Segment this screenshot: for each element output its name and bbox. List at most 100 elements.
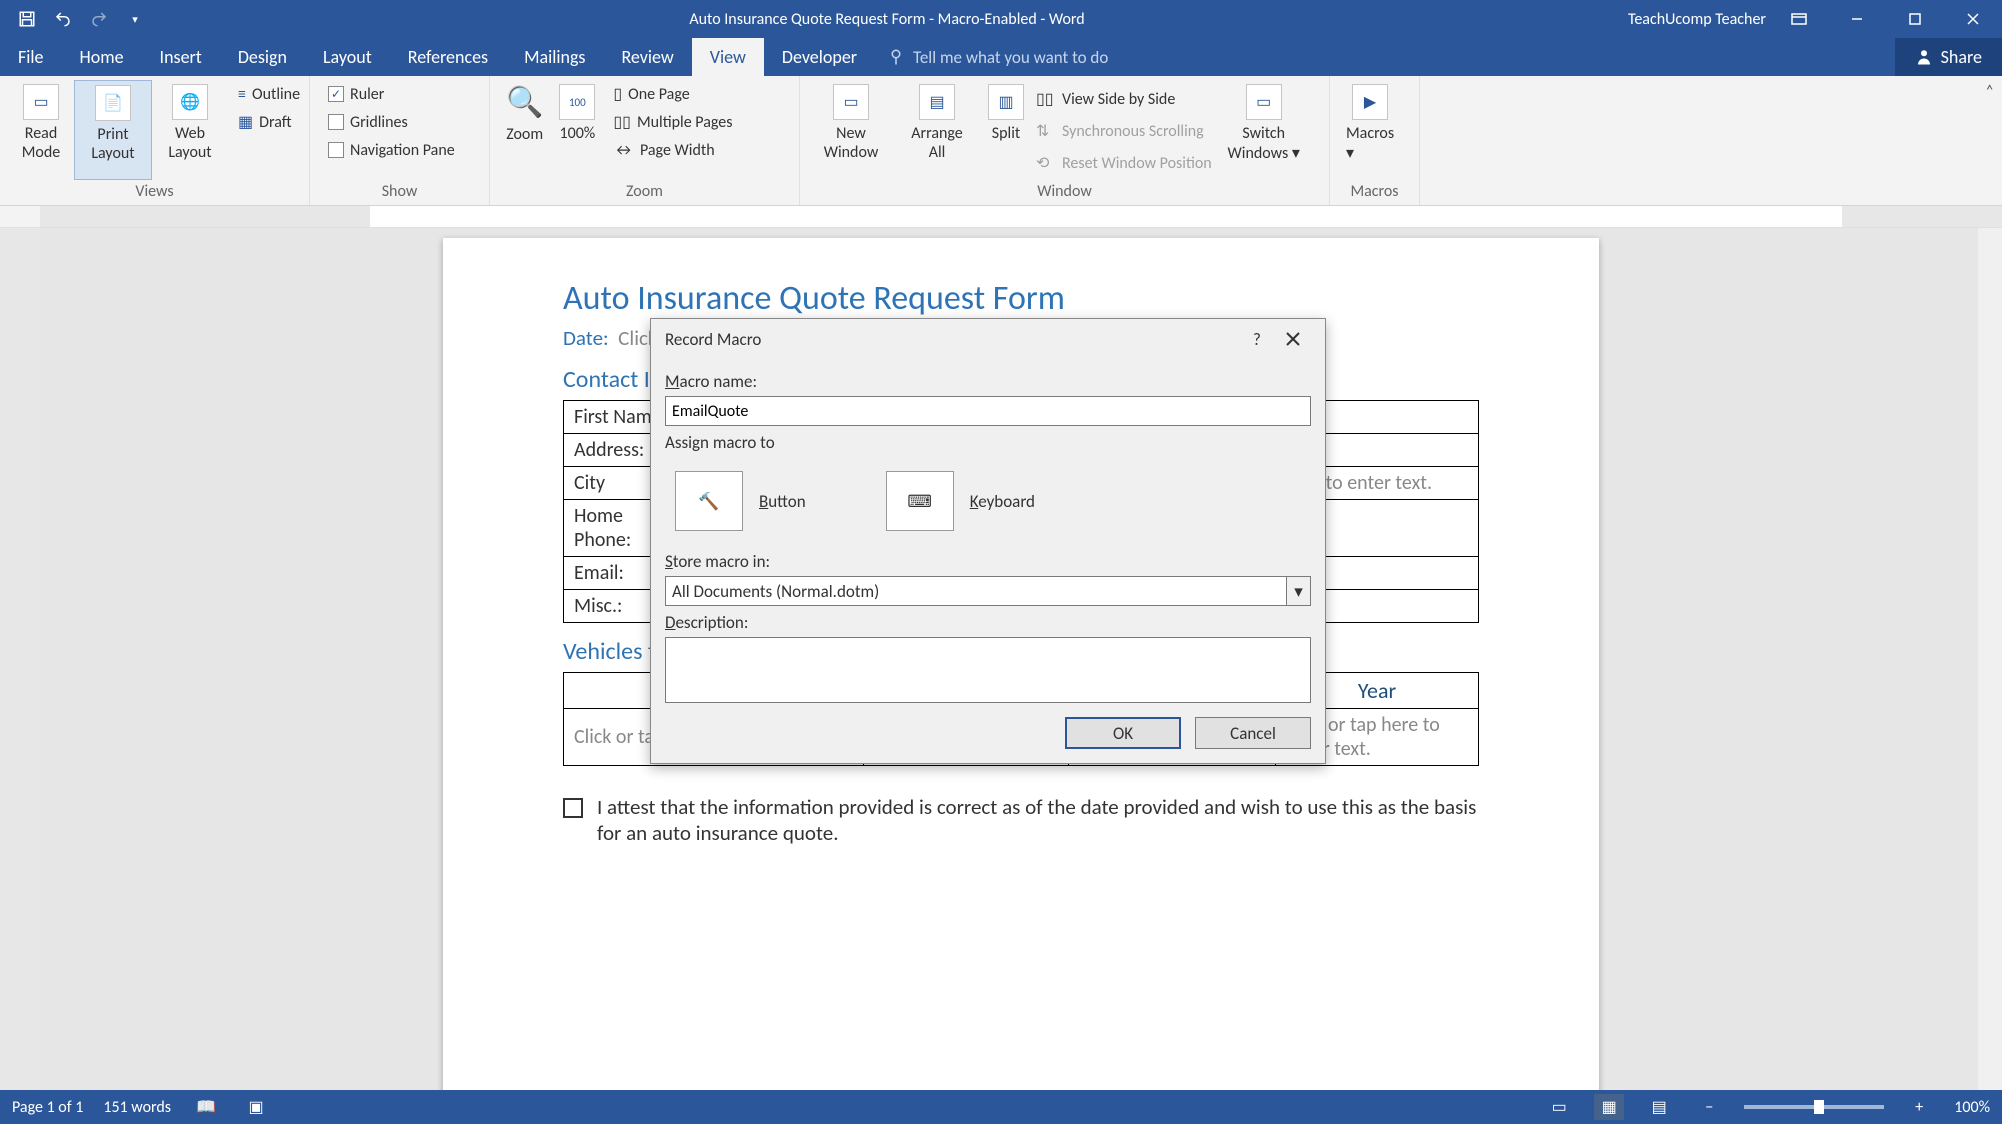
zoom-in-button[interactable]: + [1904, 1094, 1934, 1120]
maximize-button[interactable] [1886, 0, 1944, 38]
print-layout-button[interactable]: 📄 Print Layout [74, 80, 152, 180]
multiple-pages-button[interactable]: ▯▯Multiple Pages [609, 108, 736, 136]
tab-mailings[interactable]: Mailings [506, 38, 603, 76]
dialog-title: Record Macro [665, 329, 1239, 350]
keyboard-icon: ⌨ [886, 471, 954, 531]
draft-button[interactable]: ▦Draft [234, 108, 304, 136]
tab-view[interactable]: View [692, 38, 764, 76]
assign-macro-label: Assign macro to [665, 432, 1311, 453]
share-button[interactable]: Share [1895, 38, 2002, 76]
tab-file[interactable]: File [0, 38, 62, 76]
macros-group-label: Macros [1338, 182, 1411, 205]
arrange-all-button[interactable]: ▤ Arrange All [894, 80, 980, 180]
zoom-100-icon: 100 [559, 84, 595, 120]
tab-insert[interactable]: Insert [142, 38, 220, 76]
share-label: Share [1941, 46, 1982, 68]
print-layout-icon: 📄 [95, 85, 131, 121]
gridlines-checkbox[interactable]: Gridlines [324, 108, 459, 136]
hammer-icon: 🔨 [675, 471, 743, 531]
dialog-close-icon[interactable] [1275, 321, 1311, 357]
show-group-label: Show [318, 182, 481, 205]
new-window-button[interactable]: ▭ New Window [808, 80, 894, 180]
web-layout-label: Web Layout [160, 124, 220, 162]
views-group-label: Views [8, 182, 301, 205]
tell-me-search[interactable]: Tell me what you want to do [887, 47, 1108, 68]
macro-recording-icon[interactable]: ▣ [241, 1094, 271, 1120]
word-count[interactable]: 151 words [103, 1098, 171, 1117]
split-icon: ▥ [988, 84, 1024, 120]
read-mode-label: Read Mode [16, 124, 66, 162]
zoom-slider[interactable] [1744, 1105, 1884, 1109]
doc-title: Auto Insurance Quote Request Form [563, 278, 1479, 319]
undo-icon[interactable] [50, 6, 76, 32]
attest-checkbox[interactable] [563, 798, 583, 818]
user-name: TeachUcomp Teacher [1628, 10, 1766, 29]
zoom-group-label: Zoom [498, 182, 791, 205]
macro-name-input[interactable] [665, 396, 1311, 426]
store-macro-select[interactable]: All Documents (Normal.dotm) ▾ [665, 576, 1311, 606]
tell-me-placeholder: Tell me what you want to do [913, 47, 1108, 68]
cancel-button[interactable]: Cancel [1195, 717, 1311, 749]
read-mode-icon: ▭ [23, 84, 59, 120]
print-layout-label: Print Layout [83, 125, 143, 163]
window-title: Auto Insurance Quote Request Form - Macr… [162, 10, 1612, 29]
web-layout-view-icon[interactable]: ▤ [1644, 1094, 1674, 1120]
description-label: Description: [665, 612, 1311, 633]
assign-button-button[interactable]: 🔨 Button [675, 471, 806, 531]
tab-references[interactable]: References [390, 38, 506, 76]
switch-windows-button[interactable]: ▭ Switch Windows ▾ [1216, 80, 1312, 180]
page-indicator[interactable]: Page 1 of 1 [12, 1098, 83, 1117]
macros-icon: ▶ [1352, 84, 1388, 120]
split-button[interactable]: ▥ Split [980, 80, 1032, 180]
zoom-button[interactable]: 🔍 Zoom [498, 80, 551, 180]
vertical-scrollbar[interactable] [1978, 228, 2002, 1090]
assign-keyboard-button[interactable]: ⌨ Keyboard [886, 471, 1035, 531]
outline-button[interactable]: ≡Outline [234, 80, 304, 108]
close-button[interactable] [1944, 0, 2002, 38]
chevron-down-icon[interactable]: ▾ [1286, 577, 1310, 605]
tab-developer[interactable]: Developer [764, 38, 875, 76]
help-icon[interactable]: ? [1239, 321, 1275, 357]
redo-icon[interactable] [86, 6, 112, 32]
one-page-button[interactable]: ▯One Page [609, 80, 736, 108]
zoom-level[interactable]: 100% [1954, 1098, 1990, 1117]
read-mode-view-icon[interactable]: ▭ [1544, 1094, 1574, 1120]
zoom-100-button[interactable]: 100 100% [551, 80, 603, 180]
switch-windows-icon: ▭ [1246, 84, 1282, 120]
save-icon[interactable] [14, 6, 40, 32]
window-group-label: Window [808, 182, 1321, 205]
tab-review[interactable]: Review [603, 38, 691, 76]
macros-button[interactable]: ▶ Macros▾ [1338, 80, 1402, 180]
navigation-pane-checkbox[interactable]: Navigation Pane [324, 136, 459, 164]
ribbon-display-icon[interactable] [1786, 6, 1812, 32]
date-label: Date: [563, 325, 609, 351]
attest-text: I attest that the information provided i… [597, 794, 1479, 846]
tab-design[interactable]: Design [220, 38, 305, 76]
tab-home[interactable]: Home [62, 38, 142, 76]
store-macro-label: Store macro in: [665, 551, 1311, 572]
read-mode-button[interactable]: ▭ Read Mode [8, 80, 74, 180]
page-width-button[interactable]: ↔Page Width [609, 136, 736, 164]
spellcheck-icon[interactable]: 📖 [191, 1094, 221, 1120]
print-layout-view-icon[interactable]: ▦ [1594, 1094, 1624, 1120]
reset-window-position-button: ⟲Reset Window Position [1036, 148, 1212, 178]
arrange-all-icon: ▤ [919, 84, 955, 120]
qat-customize-icon[interactable]: ▾ [122, 6, 148, 32]
zoom-out-button[interactable]: − [1694, 1094, 1724, 1120]
vertical-ruler[interactable] [0, 228, 40, 1090]
view-side-by-side-button[interactable]: ▯▯View Side by Side [1036, 84, 1212, 114]
new-window-icon: ▭ [833, 84, 869, 120]
horizontal-ruler[interactable] [40, 206, 2002, 227]
tab-layout[interactable]: Layout [305, 38, 390, 76]
description-input[interactable] [665, 637, 1311, 703]
ruler-checkbox[interactable]: ✓Ruler [324, 80, 459, 108]
zoom-icon: 🔍 [506, 84, 543, 121]
record-macro-dialog: Record Macro ? Macro name: Assign macro … [650, 318, 1326, 764]
ok-button[interactable]: OK [1065, 717, 1181, 749]
web-layout-icon: 🌐 [172, 84, 208, 120]
macro-name-label: Macro name: [665, 371, 1311, 392]
web-layout-button[interactable]: 🌐 Web Layout [152, 80, 228, 180]
collapse-ribbon-icon[interactable]: ˄ [1985, 82, 1994, 101]
minimize-button[interactable] [1828, 0, 1886, 38]
sync-scrolling-button: ⇅Synchronous Scrolling [1036, 116, 1212, 146]
